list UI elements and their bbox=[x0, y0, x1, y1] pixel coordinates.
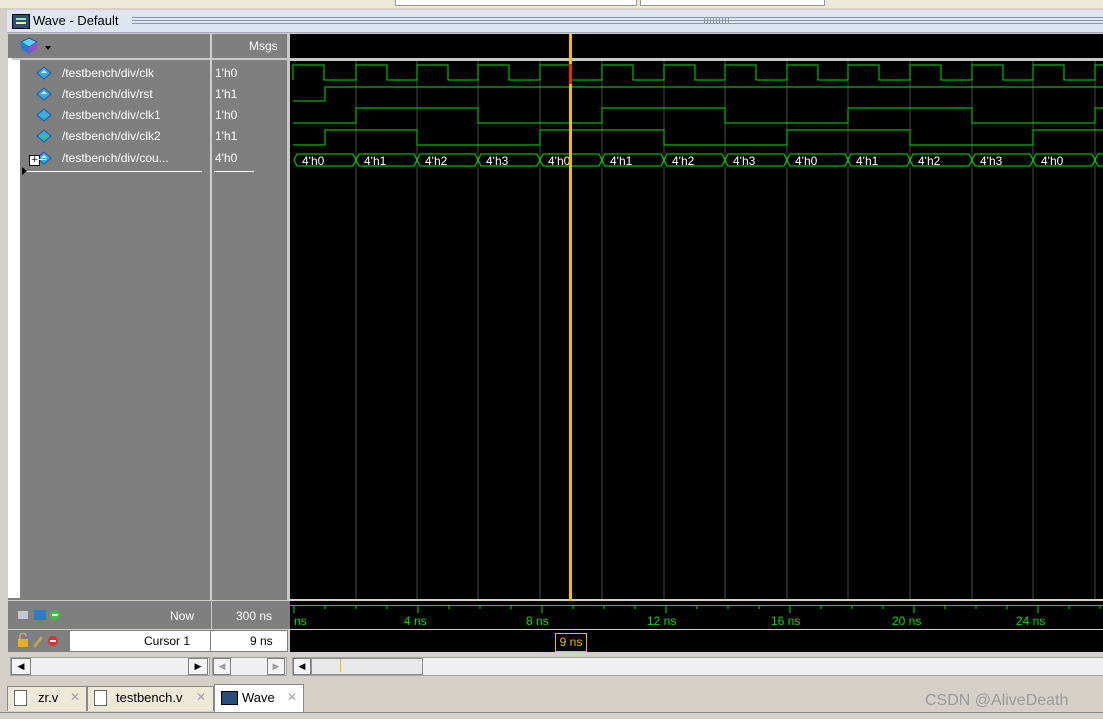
tab-label: zr.v bbox=[38, 690, 59, 705]
tab-zr-v[interactable]: zr.v ✕ bbox=[7, 686, 87, 711]
watermark: CSDN @AliveDeath bbox=[925, 692, 1069, 709]
wave-toolbar-icon[interactable] bbox=[20, 37, 54, 55]
bus-value-label: 4'h3 bbox=[486, 154, 509, 168]
signal-value: 1'h0 bbox=[215, 108, 238, 122]
tab-label: Wave bbox=[242, 690, 275, 705]
cursor-name: Cursor 1 bbox=[144, 634, 191, 648]
scroll-right-button[interactable]: ▶ bbox=[267, 658, 285, 675]
cursor-line[interactable] bbox=[569, 34, 572, 630]
file-icon bbox=[94, 690, 107, 706]
signal-name: /testbench/div/clk1 bbox=[62, 108, 161, 122]
top-field-1[interactable] bbox=[395, 0, 637, 6]
tab-wave[interactable]: Wave ✕ bbox=[214, 684, 304, 712]
scroll-right-button[interactable]: ▶ bbox=[188, 658, 208, 675]
window-title: Wave - Default bbox=[33, 13, 119, 28]
close-icon[interactable]: ✕ bbox=[287, 690, 297, 704]
close-icon[interactable]: ✕ bbox=[196, 690, 206, 704]
signal-diamond-icon bbox=[36, 129, 52, 143]
signal-row-clk1[interactable]: /testbench/div/clk1 bbox=[0, 105, 202, 126]
cursor-value: 9 ns bbox=[250, 634, 273, 648]
bus-value-label: 4'h3 bbox=[980, 154, 1003, 168]
cursor-value-field[interactable] bbox=[211, 631, 287, 651]
timeline-ruler[interactable]: ns 4 ns 8 ns 12 ns 16 ns 20 ns 24 ns bbox=[290, 601, 1103, 629]
titlebar-groove bbox=[132, 20, 1103, 21]
file-icon bbox=[14, 690, 27, 706]
now-value: 300 ns bbox=[236, 609, 273, 623]
scroll-left-button[interactable]: ◀ bbox=[11, 658, 31, 675]
titlebar-groove bbox=[132, 23, 1103, 24]
wave-rst bbox=[293, 86, 1103, 102]
signal-row-clk2[interactable]: /testbench/div/clk2 bbox=[0, 126, 202, 147]
close-icon[interactable]: ✕ bbox=[70, 690, 80, 704]
scroll-left-button[interactable]: ◀ bbox=[213, 658, 231, 675]
name-pane-hscroll[interactable] bbox=[10, 657, 210, 676]
scroll-left-button[interactable]: ◀ bbox=[293, 658, 311, 675]
wave-tab-icon bbox=[221, 691, 238, 705]
wave-clk1 bbox=[293, 107, 1103, 124]
bus-value-label: 4'h0 bbox=[1041, 154, 1064, 168]
signal-diamond-icon bbox=[36, 66, 52, 80]
cursor-clk-marker bbox=[569, 64, 572, 84]
bus-value-label: 4'h0 bbox=[302, 154, 325, 168]
msgs-column-header: Msgs bbox=[249, 39, 278, 53]
cursor-toolbar-icons[interactable] bbox=[18, 633, 74, 649]
wave-clk2 bbox=[293, 129, 1103, 146]
timeline-edge-label: ns bbox=[294, 614, 307, 628]
bus-segment bbox=[1094, 153, 1103, 167]
tree-connector bbox=[38, 159, 46, 160]
bus-value-label: 4'h1 bbox=[364, 154, 387, 168]
titlebar-grip[interactable] bbox=[704, 17, 730, 24]
bus-value-label: 4'h2 bbox=[918, 154, 941, 168]
scroll-cursor-mark bbox=[340, 659, 341, 672]
signal-name: /testbench/div/cou... bbox=[62, 151, 169, 165]
selection-underline bbox=[24, 171, 202, 172]
bus-value-label: 4'h3 bbox=[733, 154, 756, 168]
timeline-tick-label: 24 ns bbox=[1016, 614, 1046, 628]
signal-value: 1'h0 bbox=[215, 66, 238, 80]
now-label: Now bbox=[170, 609, 195, 623]
bus-value-label: 4'h1 bbox=[856, 154, 879, 168]
titlebar-groove bbox=[132, 17, 1103, 18]
bus-value-label: 4'h2 bbox=[425, 154, 448, 168]
signal-diamond-icon bbox=[36, 87, 52, 101]
tab-label: testbench.v bbox=[116, 690, 183, 705]
waveform-svg: 4'h0 4'h1 4'h2 4'h3 4'h0 4'h1 4'h2 4'h3 4'h0 4'h1… bbox=[290, 60, 1103, 599]
tab-baseline bbox=[0, 712, 1103, 713]
signal-value: 1'h1 bbox=[215, 87, 238, 101]
wave-header bbox=[290, 34, 1103, 60]
insert-marker-icon bbox=[22, 167, 27, 175]
wave-clk bbox=[292, 64, 1103, 81]
expand-bus-icon[interactable]: + bbox=[29, 155, 40, 166]
bus-value-label: 4'h0 bbox=[795, 154, 818, 168]
wave-scroll-thumb[interactable] bbox=[311, 658, 423, 675]
now-toolbar-icons[interactable] bbox=[18, 608, 70, 622]
timeline-tick-label: 12 ns bbox=[647, 614, 677, 628]
timeline-tick-label: 16 ns bbox=[771, 614, 801, 628]
signal-value: 1'h1 bbox=[215, 129, 238, 143]
signal-diamond-icon bbox=[36, 108, 52, 122]
signal-name: /testbench/div/clk2 bbox=[62, 129, 161, 143]
value-header-divider bbox=[211, 58, 289, 60]
wave-window-titlebar[interactable]: Wave - Default bbox=[7, 10, 1103, 33]
cursor-time-tag[interactable]: 9 ns bbox=[555, 633, 587, 652]
signal-row-rst[interactable]: /testbench/div/rst bbox=[0, 84, 202, 105]
wave-window-icon bbox=[12, 14, 30, 29]
timeline-tick-label: 8 ns bbox=[526, 614, 549, 628]
tab-testbench-v[interactable]: testbench.v ✕ bbox=[87, 686, 214, 711]
value-underline bbox=[214, 171, 254, 172]
bus-value-label: 4'h1 bbox=[610, 154, 633, 168]
timeline-tick-label: 4 ns bbox=[404, 614, 427, 628]
top-field-2[interactable] bbox=[640, 0, 825, 6]
cursor-row bbox=[290, 630, 1103, 652]
bus-value-label: 4'h2 bbox=[672, 154, 695, 168]
signal-name-header bbox=[12, 34, 210, 60]
timeline-tick-label: 20 ns bbox=[892, 614, 922, 628]
bus-value-label: 4'h0 bbox=[548, 154, 571, 168]
signal-name: /testbench/div/clk bbox=[62, 66, 155, 80]
waveform-canvas[interactable]: 4'h0 4'h1 4'h2 4'h3 4'h0 4'h1 4'h2 4'h3 4'h0 4'h1… bbox=[290, 60, 1103, 599]
signal-name: /testbench/div/rst bbox=[62, 87, 153, 101]
signal-value: 4'h0 bbox=[215, 151, 238, 165]
signal-row-clk[interactable]: /testbench/div/clk bbox=[0, 63, 202, 84]
